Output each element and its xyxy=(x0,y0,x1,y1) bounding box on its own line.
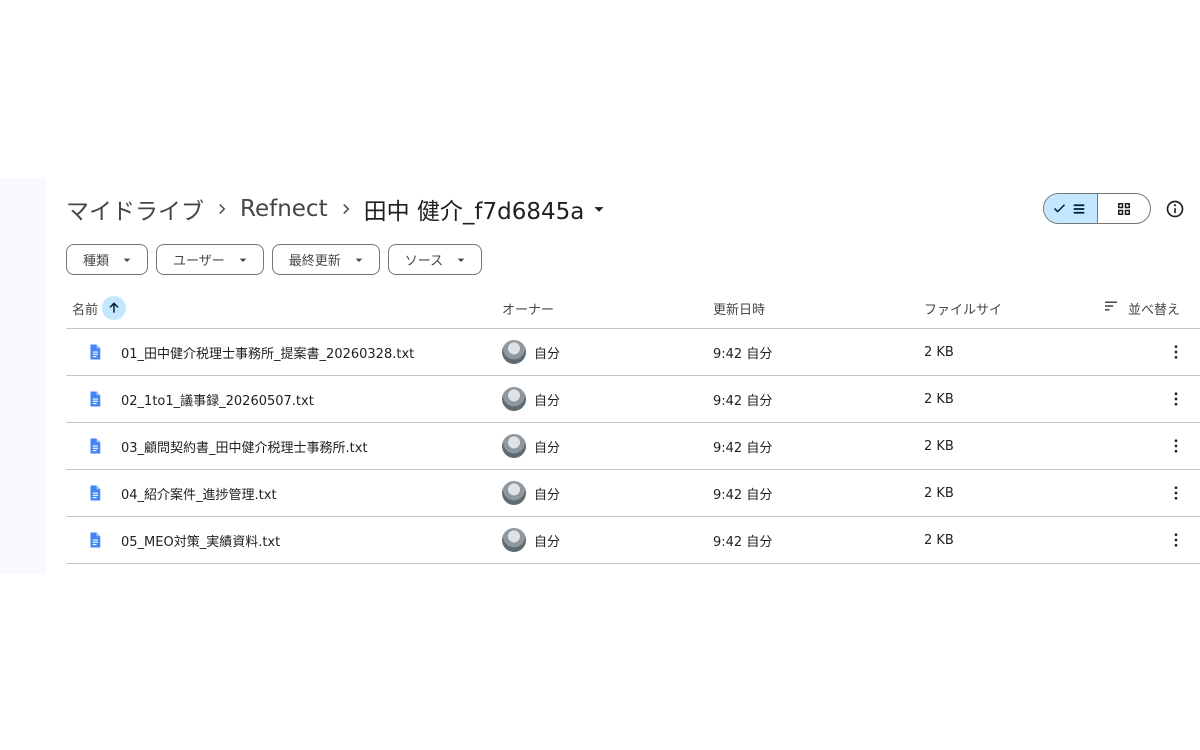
more-actions-button[interactable] xyxy=(1164,528,1188,552)
text-document-icon xyxy=(90,344,101,360)
size-cell: 2 KB xyxy=(924,485,954,501)
breadcrumb-my-drive[interactable]: マイドライブ xyxy=(66,192,204,226)
avatar xyxy=(502,434,526,458)
chevron-right-icon xyxy=(328,200,364,218)
chevron-right-icon xyxy=(204,200,240,218)
file-row[interactable]: 04_紹介案件_進捗管理.txt 自分 9:42 自分 2 KB xyxy=(66,470,1200,517)
more-vert-icon xyxy=(1174,345,1178,359)
list-view-button[interactable] xyxy=(1044,194,1098,223)
owner-cell: 自分 xyxy=(502,376,560,422)
avatar xyxy=(502,528,526,552)
modified-cell: 9:42 自分 xyxy=(713,346,773,362)
more-actions-button[interactable] xyxy=(1164,387,1188,411)
current-folder-label: 田中 健介_f7d6845a xyxy=(363,199,585,225)
caret-down-icon xyxy=(119,252,135,268)
side-panel-edge xyxy=(0,178,46,574)
sort-icon xyxy=(1102,297,1128,319)
more-actions-button[interactable] xyxy=(1164,340,1188,364)
breadcrumb: マイドライブ Refnect 田中 健介_f7d6845a xyxy=(66,190,610,228)
sort-options-button[interactable]: 並べ替え xyxy=(1102,288,1180,328)
grid-view-button[interactable] xyxy=(1098,194,1151,223)
column-header-owner[interactable]: オーナー xyxy=(502,288,554,328)
caret-down-icon xyxy=(594,207,604,212)
column-header-name[interactable]: 名前 xyxy=(72,288,127,328)
text-document-icon xyxy=(90,532,101,548)
owner-label: 自分 xyxy=(534,487,561,503)
view-toggle xyxy=(1043,193,1151,224)
owner-cell: 自分 xyxy=(502,423,560,469)
breadcrumb-parent-folder[interactable]: Refnect xyxy=(240,196,328,222)
caret-down-icon xyxy=(351,252,367,268)
file-name[interactable]: 02_1to1_議事録_20260507.txt xyxy=(121,376,314,422)
filter-user-chip[interactable]: ユーザー xyxy=(156,244,264,275)
owner-label: 自分 xyxy=(534,440,561,456)
file-row[interactable]: 05_MEO対策_実績資料.txt 自分 9:42 自分 2 KB xyxy=(66,517,1200,564)
owner-label: 自分 xyxy=(534,534,561,550)
file-name[interactable]: 01_田中健介税理士事務所_提案書_20260328.txt xyxy=(121,329,414,375)
owner-cell: 自分 xyxy=(502,329,560,375)
grid-icon xyxy=(1117,202,1130,215)
more-actions-button[interactable] xyxy=(1164,481,1188,505)
filter-source-chip[interactable]: ソース xyxy=(387,244,483,275)
more-vert-icon xyxy=(1174,392,1178,406)
chip-label: ソース xyxy=(404,254,444,269)
caret-down-icon xyxy=(453,252,469,268)
list-icon xyxy=(1074,203,1085,214)
file-row[interactable]: 02_1to1_議事録_20260507.txt 自分 9:42 自分 2 KB xyxy=(66,376,1200,423)
file-name[interactable]: 05_MEO対策_実績資料.txt xyxy=(121,517,280,563)
arrow-up-icon xyxy=(109,302,119,313)
info-icon xyxy=(1166,200,1184,218)
file-name[interactable]: 03_顧問契約書_田中健介税理士事務所.txt xyxy=(121,423,368,469)
check-icon xyxy=(1054,204,1066,213)
file-list: 01_田中健介税理士事務所_提案書_20260328.txt 自分 9:42 自… xyxy=(66,329,1200,564)
owner-label: 自分 xyxy=(534,346,561,362)
modified-cell: 9:42 自分 xyxy=(713,393,773,409)
column-header-size[interactable]: ファイルサイ xyxy=(924,288,1002,328)
sort-label: 並べ替え xyxy=(1128,302,1181,318)
owner-cell: 自分 xyxy=(502,470,560,516)
more-vert-icon xyxy=(1174,486,1178,500)
size-cell: 2 KB xyxy=(924,344,954,360)
chip-label: 種類 xyxy=(83,254,110,269)
column-name-label: 名前 xyxy=(72,302,99,318)
owner-cell: 自分 xyxy=(502,517,560,563)
size-cell: 2 KB xyxy=(924,438,954,454)
more-vert-icon xyxy=(1174,439,1178,453)
avatar xyxy=(502,340,526,364)
avatar xyxy=(502,387,526,411)
info-button[interactable] xyxy=(1163,197,1187,221)
modified-cell: 9:42 自分 xyxy=(713,487,773,503)
text-document-icon xyxy=(90,391,101,407)
chip-label: ユーザー xyxy=(173,254,225,269)
sort-ascending-button[interactable] xyxy=(102,296,127,320)
caret-down-icon xyxy=(235,252,251,268)
modified-cell: 9:42 自分 xyxy=(713,534,773,550)
chip-label: 最終更新 xyxy=(288,254,341,269)
owner-label: 自分 xyxy=(534,393,561,409)
avatar xyxy=(502,481,526,505)
file-row[interactable]: 03_顧問契約書_田中健介税理士事務所.txt 自分 9:42 自分 2 KB xyxy=(66,423,1200,470)
size-cell: 2 KB xyxy=(924,532,954,548)
file-name[interactable]: 04_紹介案件_進捗管理.txt xyxy=(121,470,277,516)
filter-modified-chip[interactable]: 最終更新 xyxy=(271,244,380,275)
breadcrumb-current-folder[interactable]: 田中 健介_f7d6845a xyxy=(364,192,611,226)
text-document-icon xyxy=(90,485,101,501)
modified-cell: 9:42 自分 xyxy=(713,440,773,456)
filter-bar: 種類 ユーザー 最終更新 ソース xyxy=(66,244,483,275)
file-row[interactable]: 01_田中健介税理士事務所_提案書_20260328.txt 自分 9:42 自… xyxy=(66,329,1200,376)
more-actions-button[interactable] xyxy=(1164,434,1188,458)
column-header-modified[interactable]: 更新日時 xyxy=(713,288,765,328)
more-vert-icon xyxy=(1174,533,1178,547)
filter-type-chip[interactable]: 種類 xyxy=(66,244,149,275)
size-cell: 2 KB xyxy=(924,391,954,407)
file-table-header: 名前 オーナー 更新日時 ファイルサイ 並べ替え xyxy=(66,288,1200,329)
text-document-icon xyxy=(90,438,101,454)
